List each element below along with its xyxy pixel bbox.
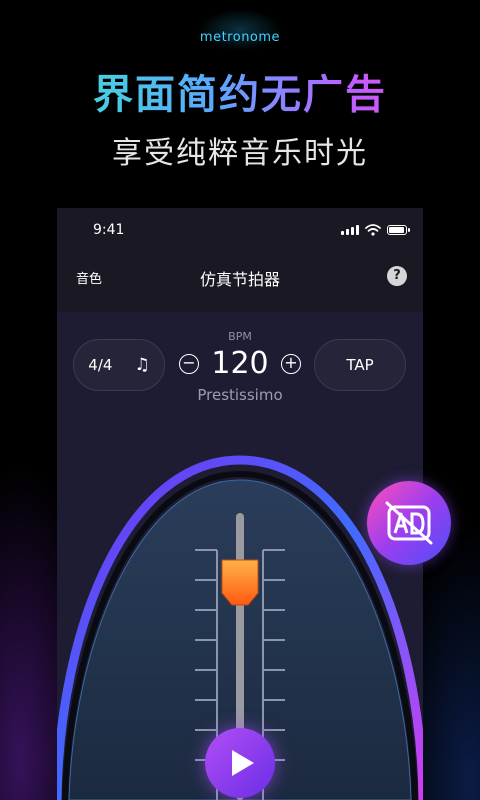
tap-button[interactable]: TAP [314, 339, 406, 391]
pendulum-weight [221, 559, 259, 606]
no-ad-badge [367, 481, 451, 565]
promo-subline: 享受纯粹音乐时光 [112, 136, 368, 171]
no-ad-icon [385, 501, 433, 545]
app-name: metronome [199, 30, 281, 45]
increase-bpm-button[interactable]: + [281, 354, 301, 374]
play-button[interactable] [205, 728, 275, 798]
promo-headline: 界面简约无广告 [0, 62, 480, 120]
plus-icon: + [284, 353, 298, 372]
